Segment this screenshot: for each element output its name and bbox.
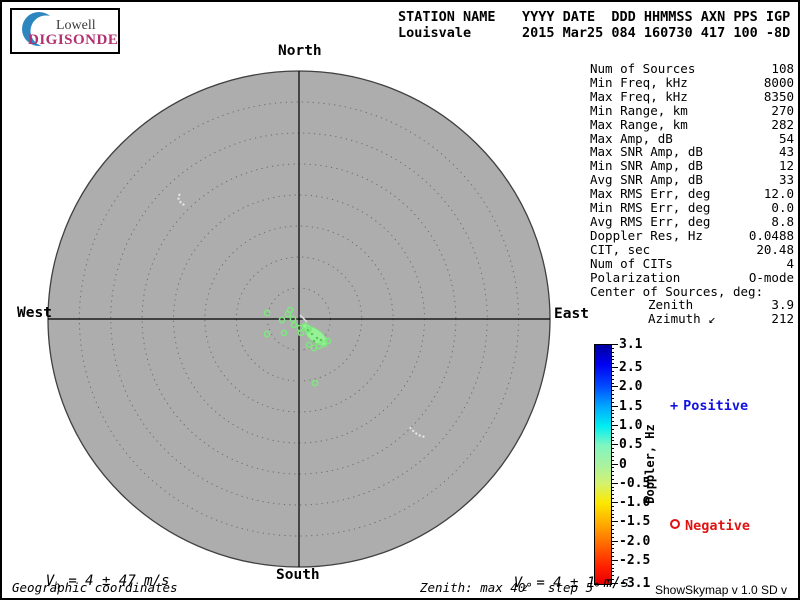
- colorbar-minor-tick: [611, 475, 614, 476]
- colorbar-minor-tick: [611, 471, 614, 472]
- colorbar-minor-tick: [611, 433, 614, 434]
- colorbar-tick-label: 2.5: [619, 360, 663, 375]
- colorbar-minor-tick: [611, 440, 614, 441]
- colorbar-minor-tick: [611, 537, 614, 538]
- colorbar-minor-tick: [611, 413, 614, 414]
- colorbar-minor-tick: [611, 494, 614, 495]
- colorbar-minor-tick: [611, 498, 614, 499]
- colorbar-minor-tick: [611, 398, 614, 399]
- colorbar-minor-tick: [611, 456, 614, 457]
- colorbar-minor-tick: [611, 348, 614, 349]
- colorbar-minor-tick: [611, 544, 614, 545]
- colorbar-minor-tick: [611, 487, 614, 488]
- colorbar-minor-tick: [611, 352, 614, 353]
- colorbar-minor-tick: [611, 394, 614, 395]
- colorbar-minor-tick: [611, 356, 614, 357]
- colorbar-minor-tick: [611, 510, 614, 511]
- colorbar-minor-tick: [611, 417, 614, 418]
- compass-label-north: North: [278, 43, 322, 59]
- cluster-speckle: [307, 329, 310, 332]
- colorbar-minor-tick: [611, 402, 614, 403]
- colorbar-major-tick: [611, 541, 618, 542]
- positive-label: Positive: [683, 398, 748, 414]
- colorbar-minor-tick: [611, 467, 614, 468]
- zenith-step-note: Zenith: max 40° step 5°: [420, 580, 601, 595]
- colorbar-minor-tick: [611, 375, 614, 376]
- cluster-speckle: [316, 337, 319, 340]
- colorbar-minor-tick: [611, 383, 614, 384]
- colorbar-minor-tick: [611, 460, 614, 461]
- colorbar-minor-tick: [611, 529, 614, 530]
- colorbar-minor-tick: [611, 517, 614, 518]
- colorbar-minor-tick: [611, 514, 614, 515]
- doppler-colorbar: [594, 344, 612, 585]
- colorbar-major-tick: [611, 444, 618, 445]
- compass-label-west: West: [17, 305, 52, 321]
- colorbar-minor-tick: [611, 421, 614, 422]
- colorbar-minor-tick: [611, 359, 614, 360]
- colorbar-major-tick: [611, 386, 618, 387]
- cluster-speckle: [320, 339, 323, 342]
- negative-doppler-legend: Negative: [670, 518, 750, 534]
- colorbar-minor-tick: [611, 506, 614, 507]
- colorbar-minor-tick: [611, 429, 614, 430]
- colorbar-major-tick: [611, 464, 618, 465]
- compass-label-east: East: [554, 306, 589, 322]
- colorbar-minor-tick: [611, 479, 614, 480]
- colorbar-major-tick: [611, 521, 618, 522]
- circle-marker-icon: [670, 519, 680, 529]
- coordinates-note: Geographic coordinates: [12, 580, 178, 595]
- colorbar-minor-tick: [611, 552, 614, 553]
- colorbar-major-tick: [611, 344, 618, 345]
- colorbar-minor-tick: [611, 379, 614, 380]
- colorbar-major-tick: [611, 367, 618, 368]
- colorbar-tick-label: 3.1: [619, 337, 663, 352]
- cluster-speckle: [311, 333, 314, 336]
- colorbar-major-tick: [611, 406, 618, 407]
- colorbar-minor-tick: [611, 525, 614, 526]
- colorbar-minor-tick: [611, 548, 614, 549]
- colorbar-major-tick: [611, 502, 618, 503]
- colorbar-major-tick: [611, 483, 618, 484]
- colorbar-tick-label: -2.0: [619, 534, 663, 549]
- negative-label: Negative: [685, 518, 750, 534]
- colorbar-minor-tick: [611, 437, 614, 438]
- colorbar-minor-tick: [611, 390, 614, 391]
- colorbar-minor-tick: [611, 363, 614, 364]
- plus-marker-icon: +: [670, 398, 678, 414]
- colorbar-major-tick: [611, 425, 618, 426]
- version-text: ShowSkymap v 1.0 SD v 5.1: [655, 583, 798, 600]
- colorbar-minor-tick: [611, 448, 614, 449]
- colorbar-minor-tick: [611, 452, 614, 453]
- skymap-screen: Lowell DIGISONDE STATION NAME YYYY DATE …: [0, 0, 800, 600]
- colorbar-tick-label: 2.0: [619, 379, 663, 394]
- colorbar-minor-tick: [611, 371, 614, 372]
- cluster-speckle: [313, 340, 316, 343]
- colorbar-minor-tick: [611, 533, 614, 534]
- positive-doppler-legend: + Positive: [670, 398, 748, 414]
- colorbar-title: Doppler, Hz: [643, 404, 663, 524]
- compass-label-south: South: [276, 567, 320, 583]
- skymap-plot: [2, 2, 798, 598]
- colorbar-minor-tick: [611, 490, 614, 491]
- colorbar-minor-tick: [611, 556, 614, 557]
- colorbar-minor-tick: [611, 410, 614, 411]
